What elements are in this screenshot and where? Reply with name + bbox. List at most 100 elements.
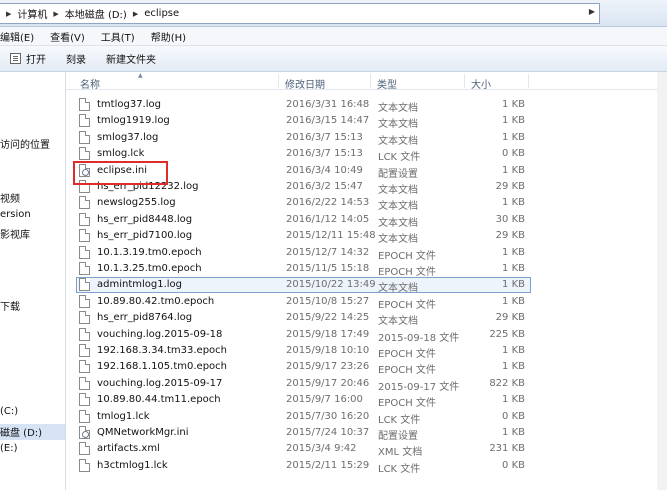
file-date: 2015/12/7 14:32 [286,246,370,258]
file-name: vouching.log.2015-09-17 [97,377,223,389]
file-type: 文本文档 [378,316,418,328]
table-row[interactable]: 10.89.80.44.tm11.epoch 2015/9/7 16:00 EPOC… [66,392,656,410]
file-type: EPOCH 文件 [378,250,436,262]
table-row[interactable]: 10.1.3.25.tm0.epoch 2015/11/5 15:18 EPOCH … [66,261,656,278]
burn-button[interactable]: 刻录 [56,51,96,66]
file-name: hs_err_pid8448.log [97,213,193,225]
file-type: 配置设置 [378,168,418,180]
file-icon [79,245,90,259]
address-box[interactable]: ▶ 计算机 ▶ 本地磁盘 (D:) ▶ eclipse ▶ [0,3,600,24]
file-name: QMNetworkMgr.ini [97,427,189,438]
file-icon [79,294,90,308]
file-date: 2015/7/30 16:20 [286,410,370,422]
breadcrumb-drive-d[interactable]: ▶ 本地磁盘 (D:) [53,6,126,22]
file-size: 29 KB [495,312,525,324]
nav-item-downloads[interactable]: 下载 [0,298,20,313]
file-name: newslog255.log [97,197,176,209]
file-icon [79,360,90,374]
nav-item-version[interactable]: ersion [0,209,31,220]
file-type: 文本文档 [378,103,418,114]
nav-item-drive-e[interactable]: (E:) [0,443,18,454]
chevron-right-icon: ▶ [53,9,59,18]
file-icon [79,344,90,357]
file-icon [79,327,90,341]
file-icon [79,262,90,275]
table-row[interactable]: smlog37.log 2016/3/7 15:13 文本文档 1 KB [66,130,656,147]
table-row[interactable]: tmtlog37.log 2016/3/31 16:48 文本文档 1 KB [66,97,656,114]
scrollbar[interactable] [657,72,667,490]
file-date: 2015/9/7 16:00 [286,394,363,406]
text-file-icon [79,114,90,128]
file-size: 29 KB [495,230,525,242]
xml-file-icon [79,442,90,456]
file-size: 1 KB [502,246,525,258]
menu-edit[interactable]: 编辑(E) [0,29,42,44]
open-icon [10,53,21,64]
file-name: admintmlog1.log [97,279,183,291]
table-row[interactable]: hs_err_pid7100.log 2015/12/11 15:48 文本文档 29… [66,228,656,246]
menu-help[interactable]: 帮助(H) [143,29,194,44]
file-type: EPOCH 文件 [378,398,436,410]
table-row[interactable]: hs_err_pid8448.log 2016/1/12 14:05 文本文档 30 … [66,212,656,229]
column-divider[interactable] [370,74,371,88]
file-size: 1 KB [502,131,525,143]
text-file-icon [79,311,90,325]
address-dropdown-icon[interactable]: ▶ [589,7,595,16]
file-type: EPOCH 文件 [378,349,436,360]
table-row[interactable]: tmlog1919.log 2016/3/15 14:47 文本文档 1 KB [66,113,656,130]
toolbar: 打开 刻录 新建文件夹 [0,46,667,72]
table-row[interactable]: h3ctmlog1.lck 2015/2/11 15:29 LCK 文件 0 KB [66,458,656,475]
column-type[interactable]: 类型 [377,76,397,91]
file-size: 1 KB [502,295,525,307]
breadcrumb-eclipse[interactable]: ▶ eclipse [133,8,179,19]
file-name: vouching.log.2015-09-18 [97,328,223,340]
column-divider[interactable] [528,74,529,88]
column-size[interactable]: 大小 [471,76,491,91]
file-name: tmlog1.lck [97,410,150,422]
file-name: 192.168.1.105.tm0.epoch [97,361,227,373]
table-row[interactable]: QMNetworkMgr.ini 2015/7/24 10:37 配置设置 1 KB [66,425,656,442]
file-type: 文本文档 [378,201,418,213]
table-row[interactable]: vouching.log.2015-09-18 2015/9/18 17:49 20… [66,327,656,344]
menu-tools[interactable]: 工具(T) [93,29,143,44]
table-row[interactable]: artifacts.xml 2015/3/4 9:42 XML 文档 231 KB [66,441,656,458]
menu-bar: 编辑(E) 查看(V) 工具(T) 帮助(H) [0,27,667,46]
nav-item-drive-c[interactable]: (C:) [0,406,18,417]
table-row[interactable]: hs_err_pid8764.log 2015/9/22 14:25 文本文档 29 … [66,310,656,328]
column-divider[interactable] [464,74,465,88]
file-size: 29 KB [495,181,525,192]
table-row[interactable]: tmlog1.lck 2015/7/30 16:20 LCK 文件 0 KB [66,409,656,426]
config-file-icon [79,426,90,439]
column-divider[interactable] [278,74,279,88]
table-row[interactable]: newslog255.log 2016/2/22 14:53 文本文档 1 KB [66,195,656,213]
table-row[interactable]: vouching.log.2015-09-17 2015/9/17 20:46 20… [66,376,656,393]
file-size: 1 KB [502,345,525,356]
open-button[interactable]: 打开 [0,51,56,66]
file-type: 文本文档 [378,234,418,246]
menu-view[interactable]: 查看(V) [42,29,93,44]
file-size: 1 KB [502,164,525,176]
file-name: 10.1.3.25.tm0.epoch [97,263,202,274]
text-file-icon [79,229,90,243]
file-type: 2015-09-17 文件 [378,381,460,393]
nav-item-recent-places[interactable]: 访问的位置 [0,136,50,151]
table-row[interactable]: 192.168.1.105.tm0.epoch 2015/9/17 23:26 EP… [66,359,656,376]
file-size: 1 KB [502,394,525,406]
column-name[interactable]: 名称 [80,76,100,91]
table-row[interactable]: smlog.lck 2016/3/7 15:13 LCK 文件 0 KB [66,146,656,163]
new-folder-button[interactable]: 新建文件夹 [96,51,166,66]
nav-item-drive-d[interactable]: 磁盘 (D:) [0,424,65,440]
file-date: 2016/3/7 15:13 [286,131,363,143]
column-date[interactable]: 修改日期 [285,76,325,91]
breadcrumb-computer[interactable]: ▶ 计算机 [6,6,47,22]
nav-item-video-library[interactable]: 影视库 [0,226,30,241]
file-size: 1 KB [502,361,525,373]
table-row[interactable]: 192.168.3.34.tm33.epoch 2015/9/18 10:10 EP… [66,343,656,360]
table-row[interactable]: 10.89.80.42.tm0.epoch 2015/10/8 15:27 EPOC… [66,294,656,311]
nav-item-videos[interactable]: 视频 [0,190,20,205]
sort-arrow-icon: ▲ [138,72,143,79]
text-file-icon [79,278,90,292]
table-row[interactable]: admintmlog1.log 2015/10/22 13:49 文本文档 1 KB [66,277,656,294]
table-row[interactable]: 10.1.3.19.tm0.epoch 2015/12/7 14:32 EPOCH … [66,245,656,262]
file-icon [79,147,90,161]
